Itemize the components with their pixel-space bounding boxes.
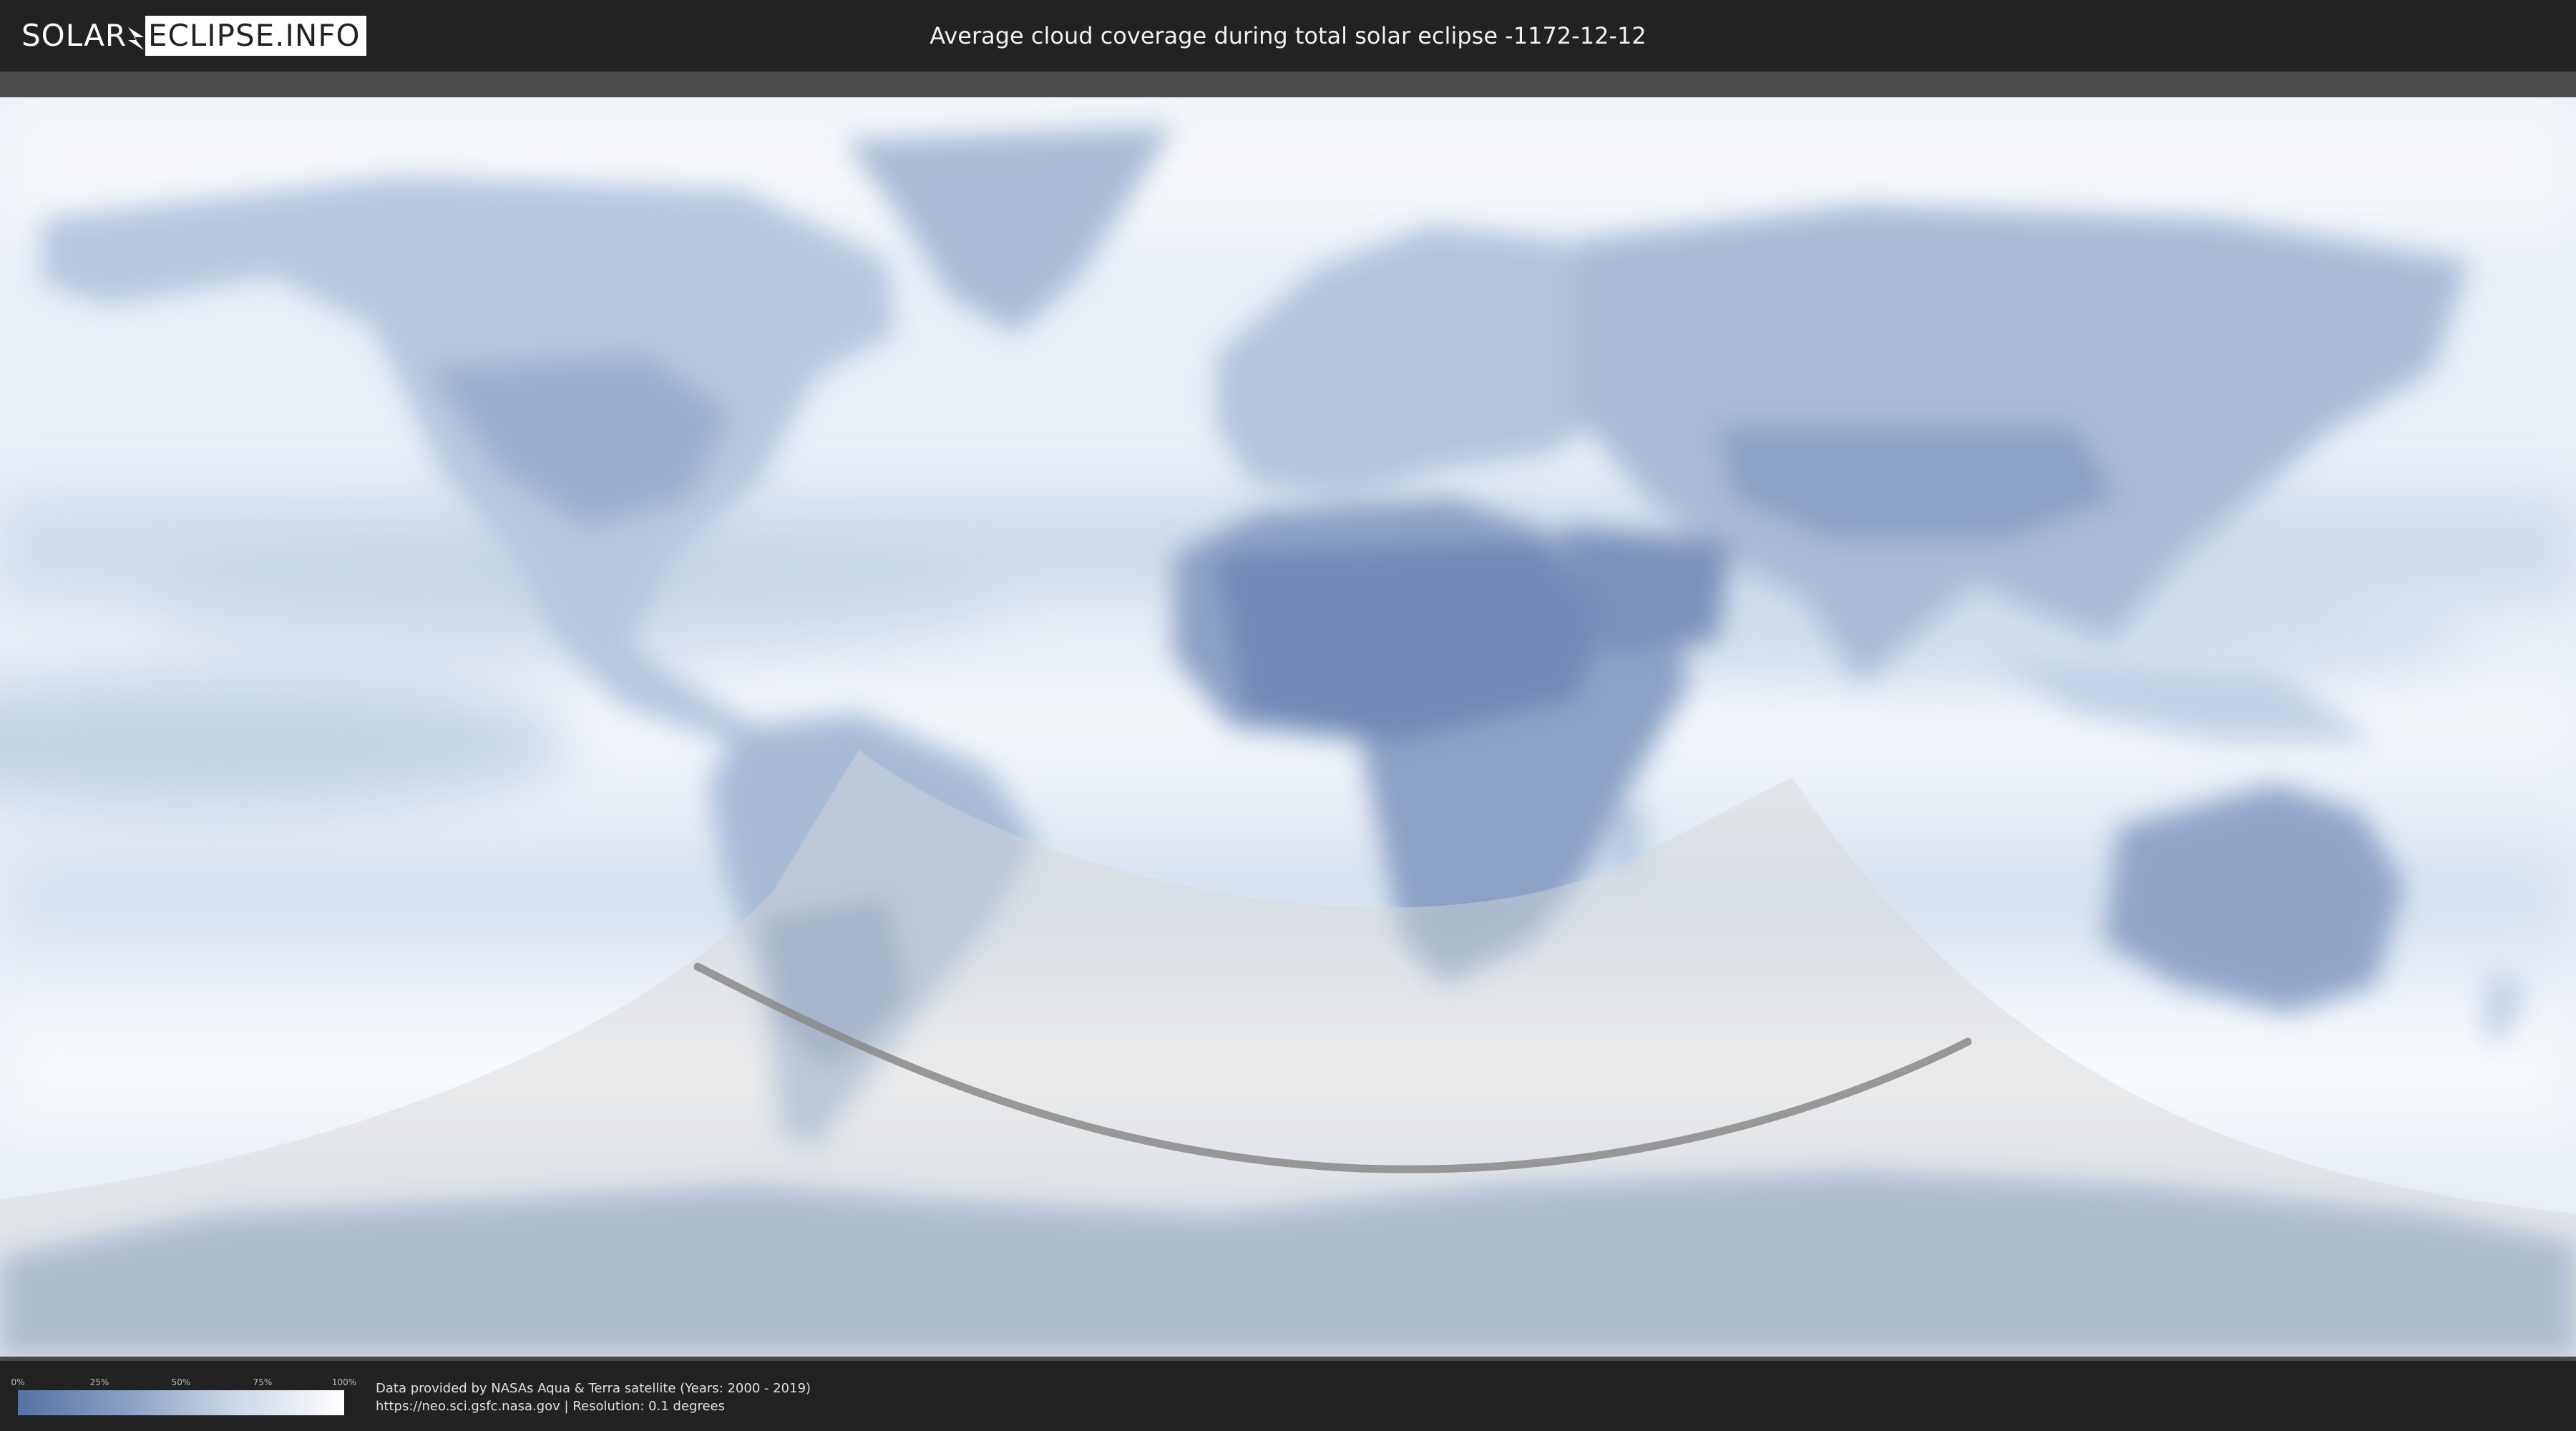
cloud-coverage-map[interactable]	[0, 97, 2576, 1357]
credit-line-source: Data provided by NASAs Aqua & Terra sate…	[376, 1381, 811, 1396]
scale-tick-label: 75%	[253, 1377, 273, 1387]
scale-tick-label: 50%	[171, 1377, 191, 1387]
scale-tick-label: 25%	[89, 1377, 109, 1387]
map-top-border	[0, 72, 2576, 97]
scale-tick-label: 0%	[11, 1377, 25, 1387]
cloud-scale-gradient	[18, 1390, 344, 1415]
footer-bar: 0% 25% 50% 75% 100% Data provided by NAS…	[0, 1361, 2576, 1431]
header-bar: SOLAR ECLIPSE.INFO Average cloud coverag…	[0, 0, 2576, 72]
page-title: Average cloud coverage during total sola…	[930, 22, 1646, 49]
world-map	[0, 97, 2576, 1357]
scale-tick-label: 100%	[331, 1377, 357, 1387]
cloud-scale-labels: 0% 25% 50% 75% 100%	[11, 1375, 356, 1390]
credit-line-url: https://neo.sci.gsfc.nasa.gov | Resoluti…	[376, 1399, 725, 1414]
data-credits: Data provided by NASAs Aqua & Terra sate…	[376, 1379, 811, 1415]
